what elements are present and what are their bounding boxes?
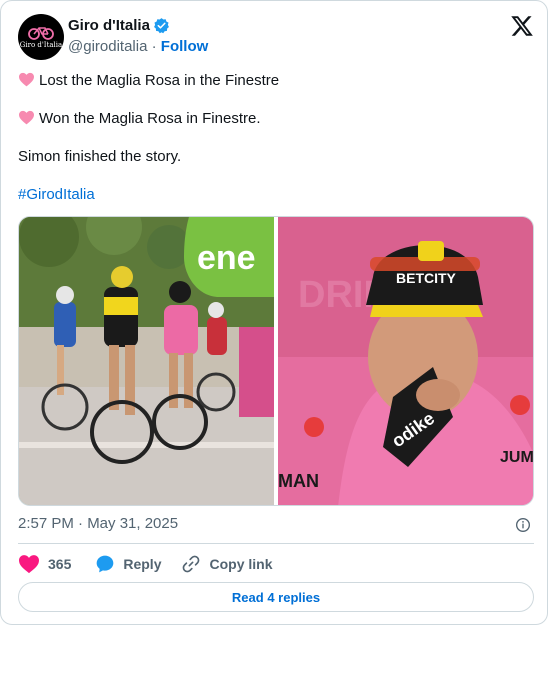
- author-name[interactable]: Giro d'Italia: [68, 17, 150, 34]
- post-line-2: Won the Maglia Rosa in Finestre.: [18, 109, 261, 129]
- author-name-row: Giro d'Italia: [68, 17, 170, 34]
- tweet-card: Giro d'Italia Giro d'Italia @giroditalia…: [0, 0, 548, 625]
- follow-button[interactable]: Follow: [161, 38, 209, 55]
- copy-link-button[interactable]: Copy link: [181, 554, 273, 574]
- separator-dot: ·: [151, 38, 157, 55]
- reply-bubble-icon: [97, 555, 114, 573]
- avatar-logo-text: Giro d'Italia: [19, 40, 63, 49]
- like-count: 365: [48, 556, 72, 572]
- post-line-3: Simon finished the story.: [18, 148, 182, 165]
- photo1-sign-text: ene: [197, 239, 256, 277]
- photo-maglia-rosa-kiss[interactable]: DRINK BETCITY odike MAN JUM: [278, 217, 534, 506]
- post-line-2-text: Won the Maglia Rosa in Finestre.: [39, 110, 261, 127]
- avatar[interactable]: Giro d'Italia: [18, 14, 64, 60]
- pink-heart-icon: [19, 72, 34, 87]
- post-line-1-text: Lost the Maglia Rosa in the Finestre: [39, 72, 280, 89]
- svg-text:JUM: JUM: [500, 449, 534, 466]
- bicycle-logo-icon: [28, 26, 54, 40]
- timestamp[interactable]: 2:57 PM · May 31, 2025: [18, 515, 178, 532]
- photo2-cap-text: BETCITY: [396, 270, 457, 286]
- author-handle[interactable]: @giroditalia: [68, 38, 147, 55]
- photo-riders-finish[interactable]: ene: [19, 217, 276, 506]
- link-icon: [183, 555, 200, 573]
- author-handle-row: @giroditalia · Follow: [68, 38, 208, 55]
- reply-button[interactable]: Reply: [95, 554, 161, 574]
- hashtag-link[interactable]: #GirodItalia: [18, 185, 95, 205]
- copy-link-label: Copy link: [209, 556, 273, 572]
- post-line-1: Lost the Maglia Rosa in the Finestre: [18, 71, 279, 91]
- divider: [18, 543, 534, 544]
- media-grid[interactable]: ene DRINK BETCITY odike MAN JUM: [18, 216, 534, 506]
- verified-badge-icon: [153, 18, 169, 34]
- reply-label: Reply: [123, 556, 162, 572]
- action-bar: 365 Reply Copy link: [18, 551, 273, 577]
- x-logo-icon[interactable]: [510, 14, 534, 38]
- svg-text:MAN: MAN: [278, 471, 319, 491]
- read-replies-button[interactable]: Read 4 replies: [18, 582, 534, 612]
- pink-heart-icon: [19, 110, 34, 125]
- like-button[interactable]: 365: [18, 554, 71, 574]
- heart-icon: [19, 555, 39, 574]
- info-icon[interactable]: [515, 517, 531, 533]
